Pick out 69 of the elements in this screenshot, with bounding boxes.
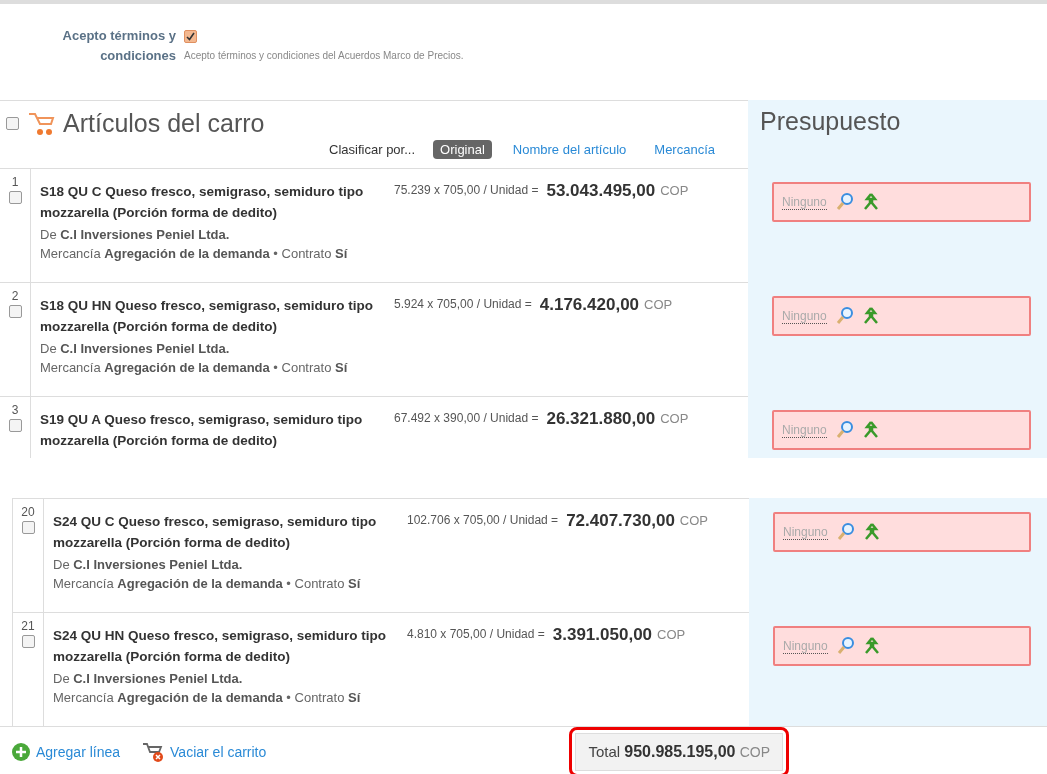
split-arrows-icon[interactable] <box>863 522 880 542</box>
terms-text: Acepto términos y condiciones del Acuerdos Marco de Precios. <box>184 50 465 61</box>
unit-calculation: 75.239 x 705,00 / Unidad = <box>394 183 539 197</box>
supplier-text: De C.I Inversiones Peniel Ltda. <box>40 341 231 356</box>
line-number: 2 <box>11 289 19 303</box>
split-arrows-icon[interactable] <box>863 636 880 656</box>
currency-label: COP <box>644 297 673 312</box>
search-icon[interactable] <box>834 420 855 440</box>
budget-value: Ninguno <box>783 638 828 654</box>
unit-calculation: 5.924 x 705,00 / Unidad = <box>394 297 532 311</box>
budget-value: Ninguno <box>782 308 827 324</box>
currency-label: COP <box>660 411 689 426</box>
item-title: S18 QU C Queso fresco, semigraso, semiduro tipo mozzarella (Porción forma de dedito) <box>40 183 365 222</box>
budget-value: Ninguno <box>783 524 828 540</box>
search-icon[interactable] <box>834 306 855 326</box>
row-checkbox[interactable] <box>8 419 22 432</box>
currency-label: COP <box>679 513 708 528</box>
budget-value: Ninguno <box>782 194 827 210</box>
unit-calculation: 67.492 x 390,00 / Unidad = <box>394 411 539 425</box>
budget-value: Ninguno <box>782 422 827 438</box>
row-checkbox[interactable] <box>21 521 35 534</box>
line-number: 21 <box>21 619 35 633</box>
search-icon[interactable] <box>835 522 856 542</box>
line-amount: 53.043.495,00 <box>546 181 656 201</box>
line-amount: 3.391.050,00 <box>552 625 653 645</box>
commodity-text: Mercancía Agregación de la demanda • Contrato Sí <box>53 690 362 705</box>
budget-title: Presupuesto <box>759 106 902 137</box>
line-number: 3 <box>11 403 19 417</box>
search-icon[interactable] <box>834 192 855 212</box>
row-checkbox[interactable] <box>21 635 35 648</box>
commodity-text: Mercancía Agregación de la demanda • Contrato Sí <box>53 576 362 591</box>
supplier-text: De C.I Inversiones Peniel Ltda. <box>53 557 244 572</box>
supplier-text: De C.I Inversiones Peniel Ltda. <box>53 671 244 686</box>
commodity-text: Mercancía Agregación de la demanda • Contrato Sí <box>40 360 349 375</box>
supplier-text: De C.I Inversiones Peniel Ltda. <box>40 227 231 242</box>
unit-calculation: 102.706 x 705,00 / Unidad = <box>407 513 559 527</box>
currency-label: COP <box>657 627 686 642</box>
terms-checkbox[interactable] <box>184 30 197 43</box>
line-number: 1 <box>11 175 19 189</box>
item-title: S24 QU HN Queso fresco, semigraso, semiduro tipo mozzarella (Porción forma de dedito) <box>53 627 388 666</box>
line-number: 20 <box>21 505 35 519</box>
cart-title: Artículos del carro <box>63 109 265 138</box>
select-all-checkbox[interactable] <box>6 117 19 130</box>
add-icon <box>12 743 30 761</box>
item-title: S24 QU C Queso fresco, semigraso, semiduro tipo mozzarella (Porción forma de dedito) <box>53 513 378 552</box>
cart-remove-icon <box>142 742 165 762</box>
add-line-link[interactable]: Agregar línea <box>12 743 121 761</box>
search-icon[interactable] <box>835 636 856 656</box>
terms-label: Acepto términos y condiciones <box>61 27 176 65</box>
sort-option[interactable]: Mercancía <box>647 140 722 159</box>
row-checkbox[interactable] <box>8 191 22 204</box>
empty-cart-link[interactable]: Vaciar el carrito <box>142 742 267 762</box>
line-amount: 4.176.420,00 <box>539 295 640 315</box>
split-arrows-icon[interactable] <box>862 420 879 440</box>
currency-label: COP <box>660 183 689 198</box>
sort-option[interactable]: Nombre del artículo <box>505 140 634 159</box>
line-amount: 26.321.880,00 <box>546 409 656 429</box>
total-text: Total 950.985.195,00 COP <box>588 743 770 760</box>
split-arrows-icon[interactable] <box>862 306 879 326</box>
commodity-text: Mercancía Agregación de la demanda • Contrato Sí <box>40 246 349 261</box>
row-checkbox[interactable] <box>8 305 22 318</box>
line-amount: 72.407.730,00 <box>566 511 675 531</box>
unit-calculation: 4.810 x 705,00 / Unidad = <box>407 627 545 641</box>
cart-icon <box>27 110 55 137</box>
item-title: S19 QU A Queso fresco, semigraso, semiduro tipo mozzarella (Porción forma de dedito) <box>40 411 364 450</box>
split-arrows-icon[interactable] <box>862 192 879 212</box>
sort-label: Clasificar por... <box>329 142 416 157</box>
sort-option[interactable]: Original <box>433 140 492 159</box>
item-title: S18 QU HN Queso fresco, semigraso, semiduro tipo mozzarella (Porción forma de dedito) <box>40 297 375 336</box>
